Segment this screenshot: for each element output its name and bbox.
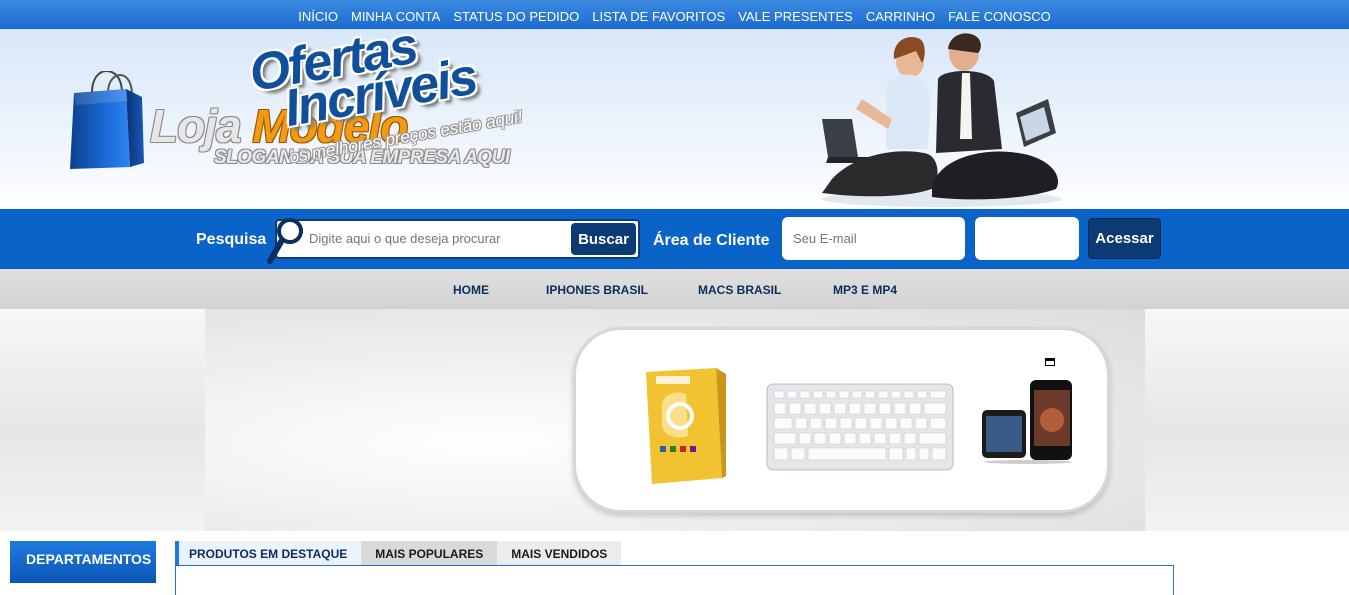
iphone-ipod-image bbox=[982, 380, 1072, 464]
search-client-bar: Pesquisa Buscar Área de Cliente Acessar bbox=[0, 209, 1349, 269]
product-tabs: PRODUTOS EM DESTAQUE MAIS POPULARES MAIS… bbox=[175, 541, 622, 565]
search-input[interactable] bbox=[309, 231, 564, 246]
top-nav-status-pedido[interactable]: STATUS DO PEDIDO bbox=[453, 9, 579, 24]
search-button[interactable]: Buscar bbox=[571, 223, 636, 255]
category-macs-brasil[interactable]: MACS BRASIL bbox=[698, 283, 781, 297]
category-home[interactable]: HOME bbox=[453, 283, 489, 297]
tab-produtos-em-destaque[interactable]: PRODUTOS EM DESTAQUE bbox=[175, 541, 362, 565]
client-area-label: Área de Cliente bbox=[653, 232, 770, 249]
category-iphones-brasil[interactable]: IPHONES BRASIL bbox=[546, 283, 648, 297]
top-navigation-bar: INÍCIO MINHA CONTA STATUS DO PEDIDO LIST… bbox=[0, 0, 1349, 29]
top-nav-vale-presentes[interactable]: VALE PRESENTES bbox=[738, 9, 853, 24]
top-nav-links: INÍCIO MINHA CONTA STATUS DO PEDIDO LIST… bbox=[0, 0, 1349, 24]
search-box: Buscar bbox=[275, 219, 640, 259]
office-box-image bbox=[646, 368, 726, 484]
people-with-laptops-image bbox=[822, 33, 1062, 207]
category-mp3-mp4[interactable]: MP3 E MP4 bbox=[833, 283, 897, 297]
tab-mais-vendidos[interactable]: MAIS VENDIDOS bbox=[497, 541, 622, 565]
email-input[interactable] bbox=[793, 231, 953, 246]
logo-word-loja: Loja bbox=[150, 100, 242, 152]
departments-header[interactable]: DEPARTAMENTOS bbox=[10, 541, 156, 583]
site-header: Loja Modelo SLOGAN DA SUA EMPRESA AQUI bbox=[0, 29, 1349, 209]
category-navigation-bar: HOME IPHONES BRASIL MACS BRASIL MP3 E MP… bbox=[0, 269, 1349, 309]
banner-minimize-icon[interactable] bbox=[1045, 358, 1055, 366]
password-field bbox=[975, 217, 1079, 260]
top-nav-carrinho[interactable]: CARRINHO bbox=[866, 9, 935, 24]
shopping-bag-logo-icon[interactable] bbox=[70, 71, 146, 171]
magnifier-icon bbox=[267, 218, 303, 264]
top-nav-inicio[interactable]: INÍCIO bbox=[298, 9, 338, 24]
top-nav-lista-favoritos[interactable]: LISTA DE FAVORITOS bbox=[592, 9, 725, 24]
tab-mais-populares[interactable]: MAIS POPULARES bbox=[361, 541, 498, 565]
top-nav-fale-conosco[interactable]: FALE CONOSCO bbox=[948, 9, 1051, 24]
keyboard-image bbox=[766, 383, 954, 471]
search-label: Pesquisa bbox=[196, 231, 267, 248]
password-input[interactable] bbox=[985, 231, 1065, 246]
email-field bbox=[782, 217, 965, 260]
login-button[interactable]: Acessar bbox=[1088, 218, 1161, 259]
banner-products-panel[interactable] bbox=[573, 327, 1110, 513]
product-tab-content bbox=[175, 565, 1174, 595]
